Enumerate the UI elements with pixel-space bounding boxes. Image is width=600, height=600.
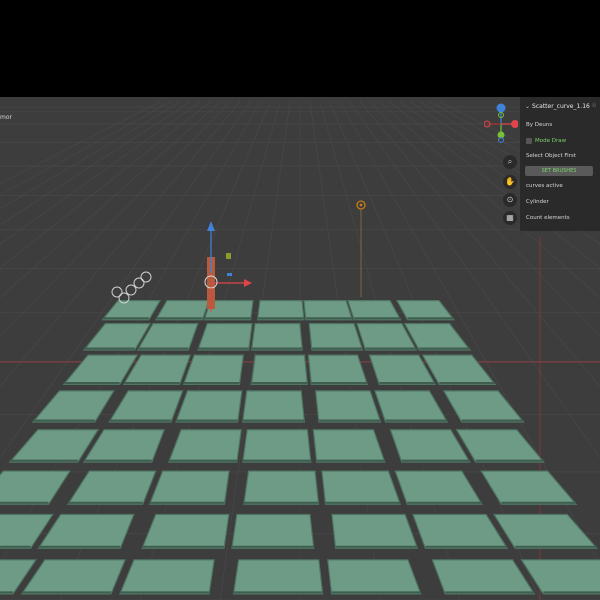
set-brushes-button[interactable]: SET BRUSHES xyxy=(525,166,593,176)
zoom-icon[interactable]: ⌕ xyxy=(503,155,517,169)
floor-tile xyxy=(307,354,369,386)
floor-tile xyxy=(175,390,243,423)
floor-tile xyxy=(232,559,324,595)
pan-hand-icon[interactable]: ✋ xyxy=(503,175,517,189)
floor-tile xyxy=(197,323,253,351)
move-gizmo-plane xyxy=(226,253,231,259)
floor-tile xyxy=(119,559,215,595)
floor-tile xyxy=(256,300,305,321)
floor-tile xyxy=(312,429,386,463)
navigation-gizmo[interactable] xyxy=(484,102,518,144)
floor-tile xyxy=(327,559,422,595)
floor-tile xyxy=(331,513,419,549)
floor-tile xyxy=(308,323,364,351)
light-object-center xyxy=(359,203,363,207)
instruction-label: Select Object First xyxy=(526,153,576,159)
floor-tile xyxy=(167,429,242,463)
chevron-down-icon[interactable]: ⌄ xyxy=(525,103,530,110)
floor-tile xyxy=(250,354,309,386)
author-label: By Deuns xyxy=(526,122,553,128)
count-elements-label: Count elements xyxy=(526,215,570,221)
gizmo-x-axis[interactable] xyxy=(511,120,518,128)
grid-view-icon[interactable]: ▦ xyxy=(503,211,517,225)
object-name-label: Cylinder xyxy=(526,199,549,205)
floor-tile xyxy=(231,513,315,549)
panel-title[interactable]: ⌄ Scatter_curve_1.16 xyxy=(525,103,590,110)
viewport-header-text: mor xyxy=(0,114,12,121)
blender-window: mor ⌕ ✋ ⊙ ▦ ⌄ Scatter_curve_1.16 ⁞⁞ By De… xyxy=(0,0,600,600)
floor-tile xyxy=(243,470,320,505)
curves-active-label: curves active xyxy=(526,183,563,189)
floor-tile xyxy=(141,513,230,549)
floor-tile xyxy=(182,354,245,386)
floor-tile xyxy=(241,390,306,423)
floor-tile xyxy=(250,323,304,351)
drag-dots-icon[interactable]: ⁞⁞ xyxy=(592,102,596,109)
gizmo-z-axis[interactable] xyxy=(496,103,506,113)
3d-viewport[interactable]: mor ⌕ ✋ ⊙ ▦ ⌄ Scatter_curve_1.16 ⁞⁞ By De… xyxy=(0,97,600,600)
viewport-scene[interactable] xyxy=(0,97,600,600)
floor-tile xyxy=(321,470,402,505)
camera-icon[interactable]: ⊙ xyxy=(503,193,517,207)
scatter-addon-panel: ⌄ Scatter_curve_1.16 ⁞⁞ By Deuns Mode Dra… xyxy=(520,97,600,231)
mode-draw-label[interactable]: Mode Draw xyxy=(535,138,566,144)
floor-tile xyxy=(303,300,354,321)
move-gizmo-plane-xz xyxy=(227,273,232,276)
floor-tile xyxy=(315,390,382,423)
floor-tile xyxy=(242,429,312,463)
floor-tile xyxy=(148,470,230,505)
mode-draw-checkbox[interactable] xyxy=(526,138,532,144)
